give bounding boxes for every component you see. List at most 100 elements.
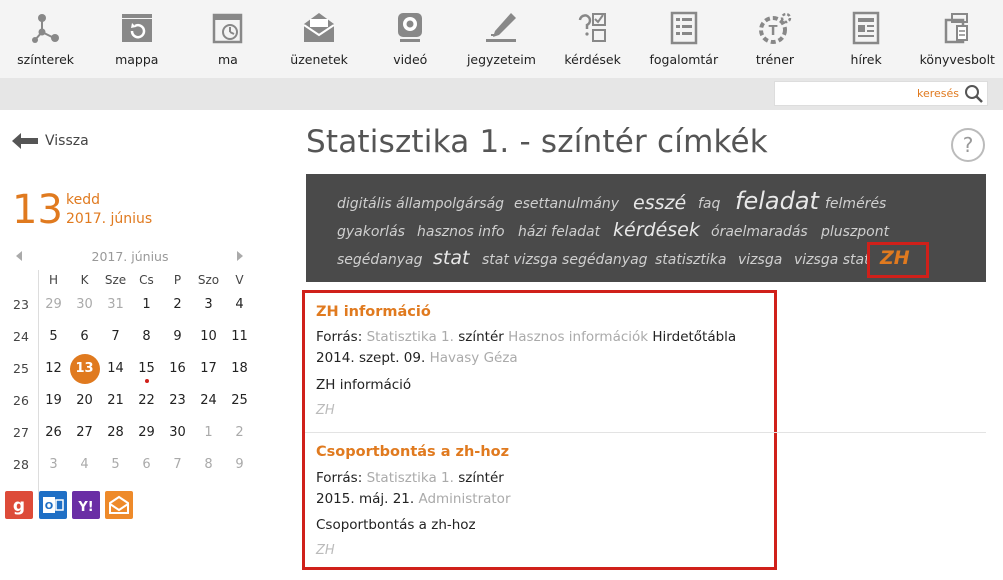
nav-trener[interactable]: T tréner [729,0,820,78]
calendar-day[interactable]: 20 [69,393,100,408]
category-link[interactable]: Hasznos információk [508,329,648,345]
calendar-day[interactable]: 6 [69,329,100,344]
calendar-day[interactable]: 3 [193,297,224,312]
calendar-day[interactable]: 29 [38,297,69,312]
calendar-day-today[interactable]: 13 [69,361,100,376]
nav-mappa[interactable]: mappa [91,0,182,78]
nav-jegyzeteim[interactable]: jegyzeteim [456,0,547,78]
tag-link[interactable]: óraelmaradás [711,224,808,240]
calendar-day[interactable]: 2 [162,297,193,312]
tag-link[interactable]: faq [698,196,720,212]
calendar-day[interactable]: 30 [69,297,100,312]
source-label: Forrás: [316,470,363,486]
calendar-day[interactable]: 10 [193,329,224,344]
tag-link[interactable]: feladat [735,187,819,215]
calendar-day[interactable]: 12 [38,361,69,376]
nav-label: jegyzeteim [466,52,536,67]
calendar-day[interactable]: 31 [100,297,131,312]
calendar-day[interactable]: 27 [69,425,100,440]
help-button[interactable]: ? [951,128,985,162]
tag-link[interactable]: hasznos info [417,224,505,240]
search-icon[interactable] [964,84,984,104]
tag-link[interactable]: vizsga [738,252,782,268]
calendar-day[interactable]: 4 [224,297,255,312]
nav-label: mappa [115,52,159,67]
calendar-day[interactable]: 26 [38,425,69,440]
result-tag[interactable]: ZH [316,403,335,418]
yahoo-icon[interactable]: Y! [72,491,100,519]
nav-ma[interactable]: ma [182,0,273,78]
tag-link[interactable]: segédanyag [337,252,423,268]
mail-icon[interactable] [105,491,133,519]
result-title[interactable]: ZH információ [316,304,431,320]
tag-link[interactable]: stat [433,247,469,269]
calendar-prev-button[interactable] [16,251,22,261]
search-input[interactable] [779,85,959,102]
result-tag[interactable]: ZH [316,543,335,558]
tag-link[interactable]: házi feladat [518,224,600,240]
nav-szinterek[interactable]: színterek [0,0,91,78]
tag-link[interactable]: esszé [633,192,686,214]
nav-konyvesbolt[interactable]: könyvesbolt [912,0,1003,78]
calendar-day[interactable]: 1 [193,425,224,440]
calendar-day[interactable]: 22 [131,393,162,408]
nav-hirek[interactable]: hírek [821,0,912,78]
nav-uzenetek[interactable]: üzenetek [274,0,365,78]
calendar-next-button[interactable] [237,251,243,261]
nav-fogalomtar[interactable]: fogalomtár [638,0,729,78]
calendar-day[interactable]: 4 [69,457,100,472]
tag-link[interactable]: stat vizsga segédanyag [482,252,648,268]
tag-selected[interactable]: ZH [880,247,910,269]
calendar-day[interactable]: 25 [224,393,255,408]
calendar-day[interactable]: 16 [162,361,193,376]
calendar-day[interactable]: 8 [193,457,224,472]
tag-link[interactable]: gyakorlás [337,224,405,240]
result-body: ZH információ [316,377,412,393]
nav-video[interactable]: videó [365,0,456,78]
result-author[interactable]: Administrator [418,491,510,507]
calendar-day[interactable]: 2 [224,425,255,440]
tag-link[interactable]: kérdések [613,219,700,241]
calendar-day[interactable]: 28 [100,425,131,440]
calendar-day[interactable]: 9 [224,457,255,472]
tag-link[interactable]: statisztika [655,252,726,268]
tag-link[interactable]: digitális állampolgárság [337,196,504,212]
scene-link[interactable]: Statisztika 1. [367,329,454,345]
calendar-day[interactable]: 15 [131,361,162,376]
scene-word: színtér [458,470,504,486]
calendar-day[interactable]: 7 [162,457,193,472]
calendar-day[interactable]: 24 [193,393,224,408]
calendar-day[interactable]: 1 [131,297,162,312]
calendar-day[interactable]: 21 [100,393,131,408]
calendar-day[interactable]: 17 [193,361,224,376]
back-link[interactable]: Vissza [12,133,89,149]
calendar-day[interactable]: 7 [100,329,131,344]
calendar-day[interactable]: 18 [224,361,255,376]
tag-link[interactable]: vizsga stat [794,252,870,268]
calendar-day[interactable]: 19 [38,393,69,408]
calendar-day[interactable]: 5 [38,329,69,344]
tag-link[interactable]: esettanulmány [514,196,619,212]
calendar-day[interactable]: 9 [162,329,193,344]
calendar-day[interactable]: 30 [162,425,193,440]
tag-link[interactable]: pluszpont [821,224,889,240]
calendar-day[interactable]: 6 [131,457,162,472]
calendar-day[interactable]: 3 [38,457,69,472]
calendar-day[interactable]: 29 [131,425,162,440]
calendar-weekday: P [173,273,182,287]
calendar-day[interactable]: 5 [100,457,131,472]
tag-link[interactable]: felmérés [825,196,886,212]
calendar-day[interactable]: 11 [224,329,255,344]
nav-kerdesek[interactable]: kérdések [547,0,638,78]
result-title[interactable]: Csoportbontás a zh-hoz [316,444,509,460]
google-icon[interactable]: g [5,491,33,519]
glossary-icon [670,11,698,45]
folder-icon [121,14,152,42]
outlook-icon[interactable]: O [39,491,67,519]
result-author[interactable]: Havasy Géza [430,350,518,366]
calendar-day[interactable]: 23 [162,393,193,408]
calendar-day[interactable]: 8 [131,329,162,344]
scene-link[interactable]: Statisztika 1. [367,470,454,486]
result-source: Forrás: Statisztika 1. színtér Hasznos i… [316,329,736,345]
calendar-day[interactable]: 14 [100,361,131,376]
